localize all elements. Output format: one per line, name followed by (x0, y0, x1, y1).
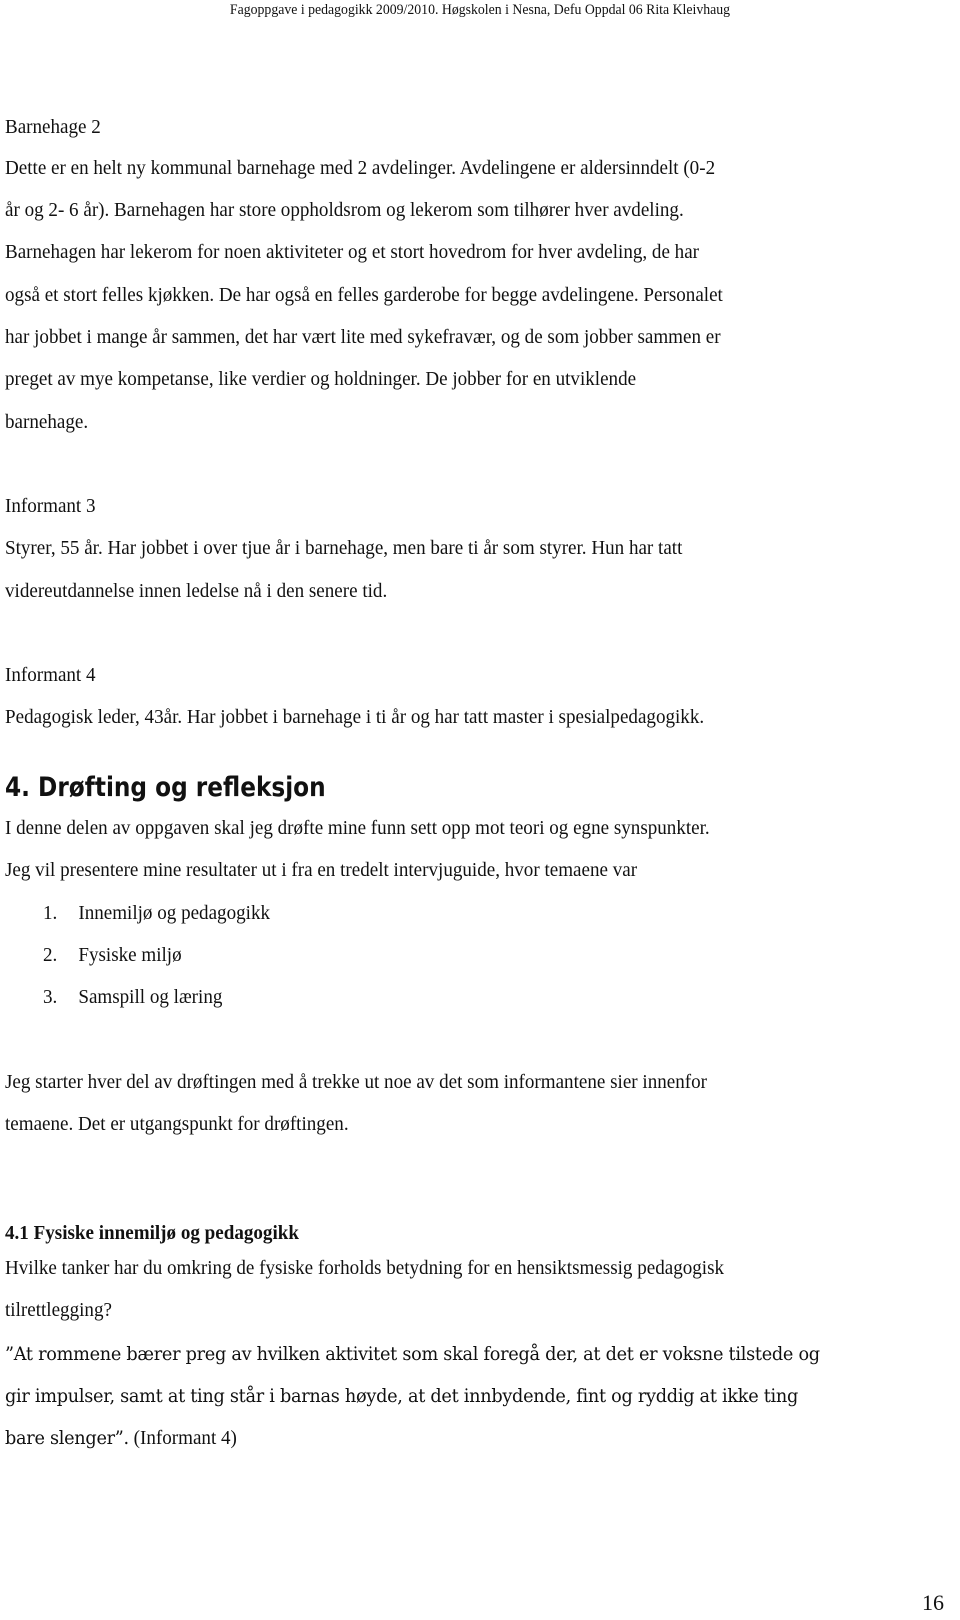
quote-line-last: bare slenger”. (Informant 4) (5, 1427, 237, 1450)
interview-question-line: Hvilke tanker har du omkring de fysiske … (5, 1257, 725, 1279)
paragraph-line: også et stort felles kjøkken. De har ogs… (5, 284, 723, 306)
paragraph-line: Barnehagen har lekerom for noen aktivite… (5, 241, 700, 263)
paragraph-line: barnehage. (5, 411, 89, 433)
paragraph-line: år og 2- 6 år). Barnehagen har store opp… (5, 199, 684, 221)
page-number: 16 (922, 1590, 944, 1615)
quote-source: (Informant 4) (128, 1427, 237, 1449)
list-number: 1. (43, 902, 58, 924)
paragraph-line: Styrer, 55 år. Har jobbet i over tjue år… (5, 537, 683, 559)
paragraph-line: Jeg vil presentere mine resultater ut i … (5, 859, 638, 881)
paragraph-line: Pedagogisk leder, 43år. Har jobbet i bar… (5, 706, 705, 728)
paragraph-line: temaene. Det er utgangspunkt for drøftin… (5, 1113, 349, 1135)
quote-text: bare slenger”. (5, 1427, 129, 1449)
list-item: 2. Fysiske miljø (43, 944, 182, 967)
list-item: 1. Innemiljø og pedagogikk (43, 902, 270, 925)
section-title-informant-3: Informant 3 (5, 495, 96, 517)
chapter-heading: 4. Drøfting og refleksjon (5, 772, 326, 803)
paragraph-line: Jeg starter hver del av drøftingen med å… (5, 1071, 707, 1093)
paragraph-line: I denne delen av oppgaven skal jeg drøft… (5, 817, 710, 839)
paragraph-line: har jobbet i mange år sammen, det har væ… (5, 326, 721, 348)
list-text: Fysiske miljø (78, 944, 182, 966)
running-header: Fagoppgave i pedagogikk 2009/2010. Høgsk… (229, 2, 731, 18)
paragraph-line: videreutdannelse innen ledelse nå i den … (5, 580, 388, 602)
paragraph-line: Dette er en helt ny kommunal barnehage m… (5, 157, 716, 179)
list-number: 3. (43, 986, 58, 1008)
section-title-informant-4: Informant 4 (5, 664, 96, 686)
subsection-heading: 4.1 Fysiske innemiljø og pedagogikk (5, 1222, 299, 1244)
interview-question-line: tilrettlegging? (5, 1299, 112, 1321)
section-title-barnehage-2: Barnehage 2 (5, 116, 101, 138)
list-item: 3. Samspill og læring (43, 986, 222, 1009)
quote-line: gir impulser, samt at ting står i barnas… (5, 1385, 799, 1407)
paragraph-line: preget av mye kompetanse, like verdier o… (5, 368, 637, 390)
list-text: Innemiljø og pedagogikk (78, 902, 271, 924)
list-number: 2. (43, 944, 58, 966)
quote-line: ”At rommene bærer preg av hvilken aktivi… (5, 1343, 820, 1365)
list-text: Samspill og læring (78, 986, 223, 1008)
